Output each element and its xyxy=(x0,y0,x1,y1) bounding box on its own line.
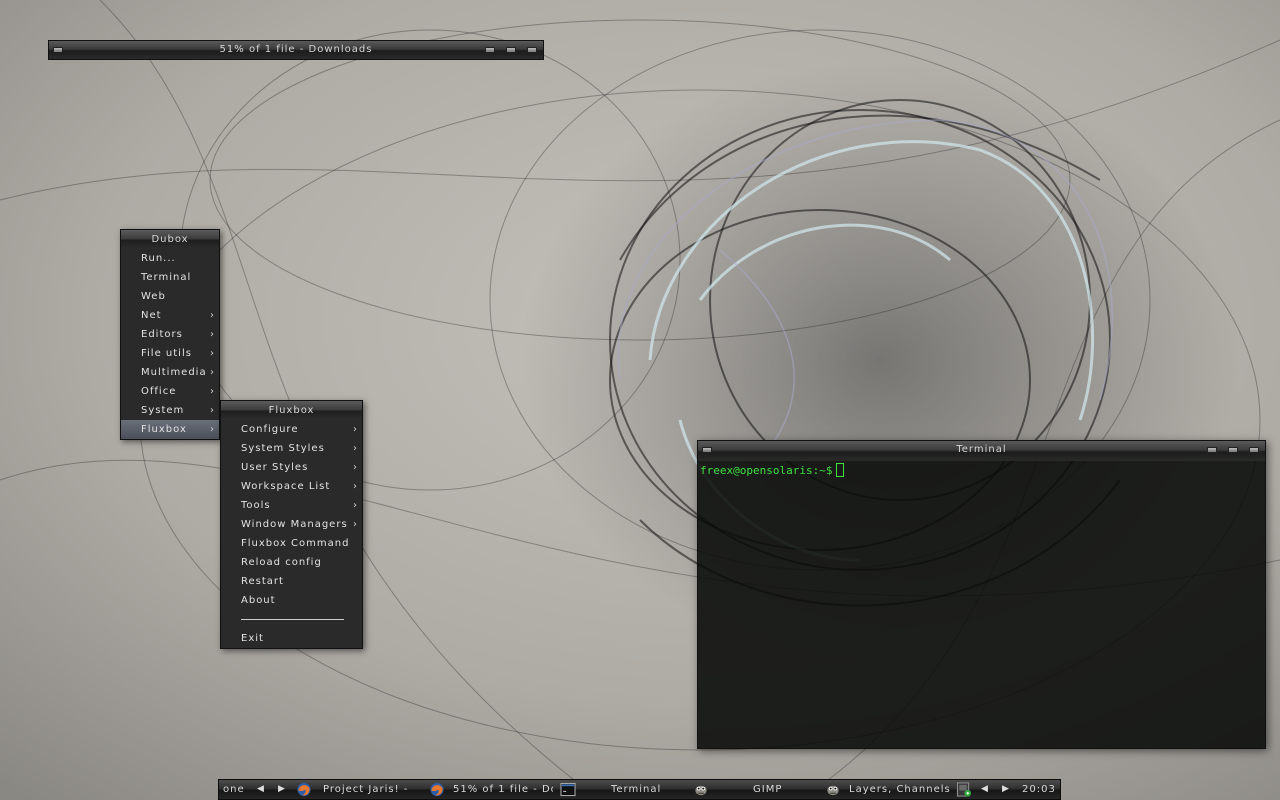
menu-item-label: User Styles xyxy=(241,462,309,473)
menu-item-label: Exit xyxy=(241,633,264,644)
close-button[interactable] xyxy=(1249,447,1259,453)
gimp-icon xyxy=(695,785,707,796)
menu-item-run[interactable]: Run... xyxy=(121,249,219,268)
menu-item-label: Configure xyxy=(241,424,299,435)
firefox-icon xyxy=(430,782,444,797)
root-menu-title: Dubox xyxy=(121,230,219,249)
terminal-prompt-line: freex@opensolaris:~$ xyxy=(700,463,845,478)
chevron-right-icon: › xyxy=(353,519,358,530)
chevron-right-icon: › xyxy=(210,405,215,416)
minimize-button[interactable] xyxy=(1207,447,1217,453)
menu-item-office[interactable]: Office › xyxy=(121,382,219,401)
chevron-right-icon: › xyxy=(353,481,358,492)
maximize-button[interactable] xyxy=(1228,447,1238,453)
menu-item-configure[interactable]: Configure › xyxy=(221,420,362,439)
previous-window-icon[interactable]: ◀ xyxy=(981,780,989,799)
menu-separator xyxy=(221,610,362,629)
menu-item-label: System Styles xyxy=(241,443,325,454)
terminal-title: Terminal xyxy=(956,444,1007,455)
menu-item-label: Office xyxy=(141,386,177,397)
menu-item-label: Net xyxy=(141,310,162,321)
chevron-right-icon: › xyxy=(210,310,215,321)
menu-item-label: Tools xyxy=(241,500,271,511)
chevron-right-icon: › xyxy=(210,367,215,378)
chevron-right-icon: › xyxy=(210,424,215,435)
menu-item-fluxbox-command[interactable]: Fluxbox Command xyxy=(221,534,362,553)
chevron-right-icon: › xyxy=(210,386,215,397)
firefox-icon xyxy=(297,782,311,797)
minimize-button[interactable] xyxy=(485,47,495,53)
workspace-name[interactable]: one xyxy=(223,780,253,799)
menu-item-label: About xyxy=(241,595,276,606)
menu-item-system-styles[interactable]: System Styles › xyxy=(221,439,362,458)
gimp-icon xyxy=(827,785,839,796)
menu-item-window-managers[interactable]: Window Managers › xyxy=(221,515,362,534)
menu-item-system[interactable]: System › xyxy=(121,401,219,420)
menu-item-about[interactable]: About xyxy=(221,591,362,610)
chevron-right-icon: › xyxy=(210,329,215,340)
menu-item-tools[interactable]: Tools › xyxy=(221,496,362,515)
menu-item-net[interactable]: Net › xyxy=(121,306,219,325)
menu-item-label: Run... xyxy=(141,253,176,264)
menu-item-terminal[interactable]: Terminal xyxy=(121,268,219,287)
chevron-right-icon: › xyxy=(353,462,358,473)
root-menu: Dubox Run... Terminal Web Net › Editors › … xyxy=(120,229,220,440)
menu-item-label: Web xyxy=(141,291,166,302)
menu-item-label: Terminal xyxy=(141,272,192,283)
menu-item-file-utils[interactable]: File utils › xyxy=(121,344,219,363)
menu-item-restart[interactable]: Restart xyxy=(221,572,362,591)
task-project-jaris[interactable]: Project Jaris! - xyxy=(323,780,423,799)
next-window-icon[interactable]: ▶ xyxy=(1002,780,1010,799)
menu-item-label: Multimedia xyxy=(141,367,207,378)
chevron-right-icon: › xyxy=(353,500,358,511)
task-gimp[interactable]: GIMP xyxy=(753,780,813,799)
clock: 20:03 xyxy=(1022,784,1056,795)
text-cursor xyxy=(836,463,845,477)
menu-item-workspace-list[interactable]: Workspace List › xyxy=(221,477,362,496)
terminal-icon xyxy=(560,782,576,797)
fluxbox-menu-title: Fluxbox xyxy=(221,401,362,420)
menu-item-exit[interactable]: Exit xyxy=(221,629,362,648)
downloads-window-title: 51% of 1 file - Downloads xyxy=(219,44,373,55)
maximize-button[interactable] xyxy=(506,47,516,53)
downloads-window-titlebar[interactable]: 51% of 1 file - Downloads xyxy=(48,40,544,60)
menu-item-label: Fluxbox Command xyxy=(241,538,350,549)
menu-item-multimedia[interactable]: Multimedia › xyxy=(121,363,219,382)
menu-item-label: Editors xyxy=(141,329,183,340)
menu-item-label: Restart xyxy=(241,576,284,587)
close-button[interactable] xyxy=(527,47,537,53)
window-menu-button[interactable] xyxy=(53,47,63,53)
fluxbox-submenu: Fluxbox Configure › System Styles › User S… xyxy=(220,400,363,649)
next-workspace-icon[interactable]: ▶ xyxy=(278,780,286,799)
shell-prompt: freex@opensolaris:~$ xyxy=(700,464,833,477)
task-layers-channels[interactable]: Layers, Channels xyxy=(849,780,951,799)
previous-workspace-icon[interactable]: ◀ xyxy=(257,780,265,799)
chevron-right-icon: › xyxy=(353,443,358,454)
menu-item-user-styles[interactable]: User Styles › xyxy=(221,458,362,477)
chevron-right-icon: › xyxy=(210,348,215,359)
task-downloads[interactable]: 51% of 1 file - Do xyxy=(453,780,553,799)
menu-item-label: File utils xyxy=(141,348,192,359)
menu-item-web[interactable]: Web xyxy=(121,287,219,306)
menu-item-label: Reload config xyxy=(241,557,322,568)
menu-item-editors[interactable]: Editors › xyxy=(121,325,219,344)
terminal-titlebar[interactable]: Terminal xyxy=(698,441,1265,461)
network-tray-icon[interactable] xyxy=(956,782,972,797)
menu-item-label: Window Managers xyxy=(241,519,348,530)
window-menu-button[interactable] xyxy=(702,447,712,453)
terminal-output[interactable]: freex@opensolaris:~$ xyxy=(698,461,1265,748)
task-terminal[interactable]: Terminal xyxy=(611,780,691,799)
menu-item-label: Fluxbox xyxy=(141,424,187,435)
menu-item-label: System xyxy=(141,405,185,416)
taskbar: one ◀ ▶ Project Jaris! - 51% of 1 file -… xyxy=(218,779,1061,800)
menu-item-reload-config[interactable]: Reload config xyxy=(221,553,362,572)
chevron-right-icon: › xyxy=(353,424,358,435)
menu-item-fluxbox[interactable]: Fluxbox › xyxy=(121,420,219,439)
menu-item-label: Workspace List xyxy=(241,481,331,492)
terminal-window: Terminal freex@opensolaris:~$ xyxy=(697,440,1266,749)
